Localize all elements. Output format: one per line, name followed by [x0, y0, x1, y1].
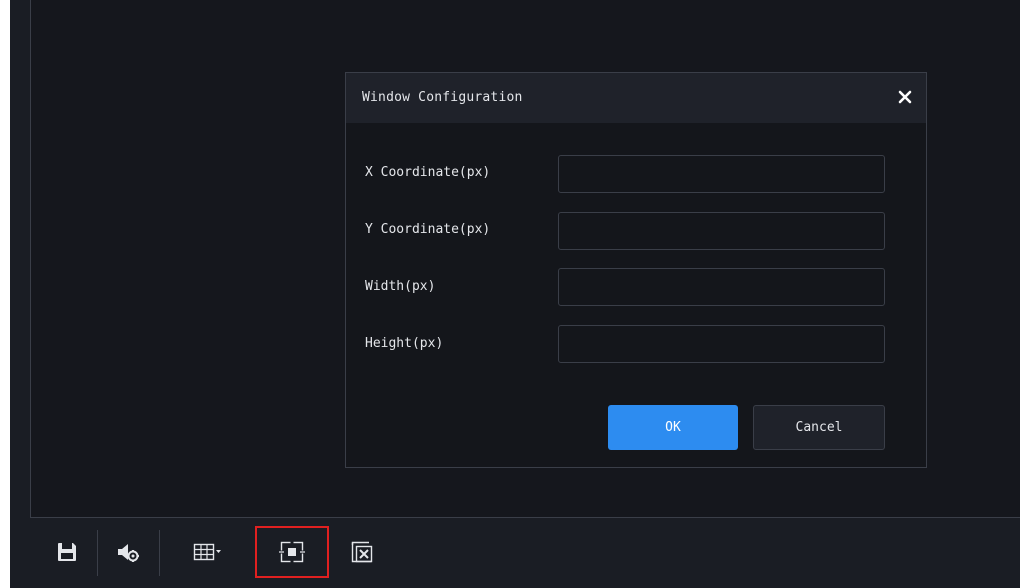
left-panel-edge: [10, 0, 30, 588]
height-input[interactable]: [558, 325, 885, 363]
width-label: Width(px): [365, 279, 436, 294]
audio-settings-icon: [118, 544, 139, 562]
window-configuration-dialog: Window Configuration X Coordinate(px) Y …: [345, 72, 927, 468]
close-dialog-button[interactable]: [894, 86, 916, 108]
toolbar-separator: [159, 530, 160, 576]
close-window-button[interactable]: [336, 526, 388, 578]
save-icon: [58, 543, 76, 561]
bottom-toolbar: [30, 518, 1020, 588]
grid-layout-icon: [193, 543, 221, 561]
audio-settings-button[interactable]: [102, 526, 154, 578]
window-config-icon: [279, 540, 305, 564]
x-coordinate-input[interactable]: [558, 155, 885, 193]
x-coordinate-label: X Coordinate(px): [365, 165, 491, 180]
close-icon: [898, 90, 912, 104]
cancel-button[interactable]: Cancel: [753, 405, 885, 450]
y-coordinate-label: Y Coordinate(px): [365, 222, 491, 237]
y-coordinate-input[interactable]: [558, 212, 885, 250]
toolbar-separator: [97, 530, 98, 576]
close-window-icon: [351, 541, 373, 563]
width-input[interactable]: [558, 268, 885, 306]
dialog-title: Window Configuration: [362, 90, 523, 105]
page-left-margin: [0, 0, 10, 588]
grid-layout-button[interactable]: [182, 526, 234, 578]
height-label: Height(px): [365, 336, 444, 351]
ok-button[interactable]: OK: [608, 405, 738, 450]
save-button[interactable]: [41, 526, 93, 578]
window-config-button[interactable]: [255, 526, 329, 578]
dialog-header: Window Configuration: [346, 73, 926, 123]
